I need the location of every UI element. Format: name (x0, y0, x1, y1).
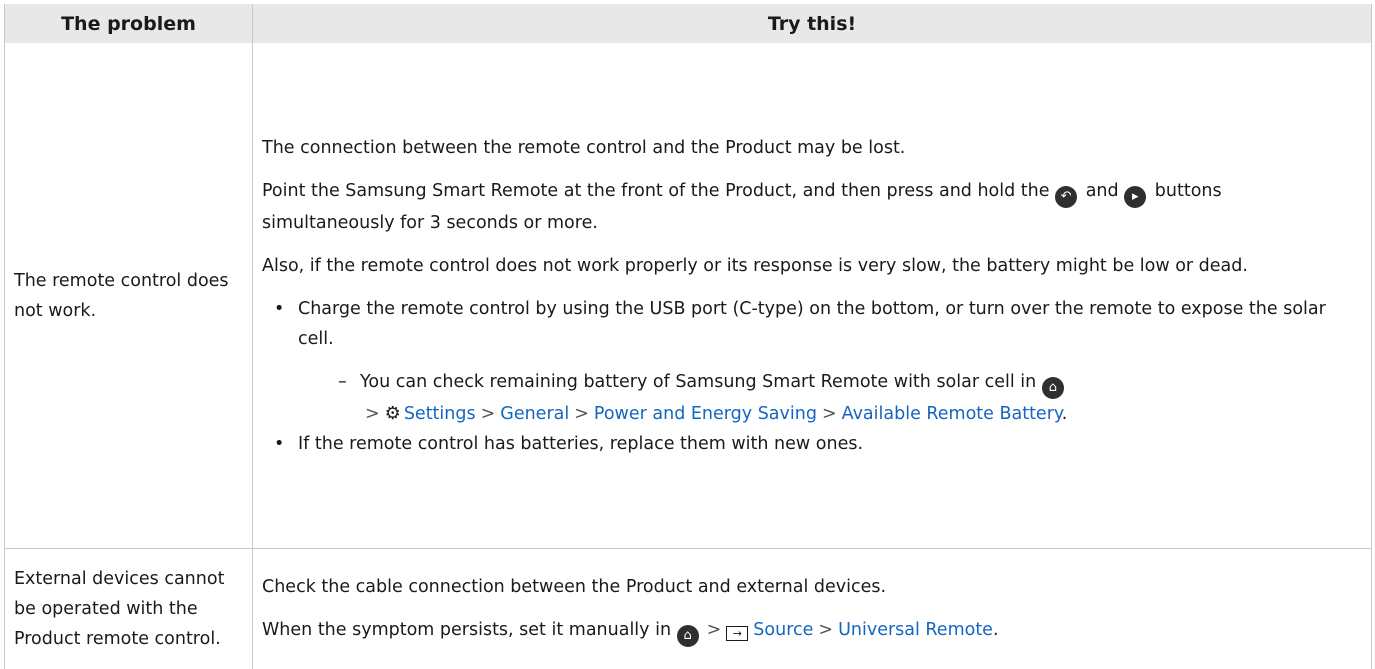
list-item: If the remote control has batteries, rep… (262, 429, 1347, 459)
home-icon: ⌂ (1041, 376, 1064, 399)
bullet-text: Charge the remote control by using the U… (298, 298, 1326, 349)
play-pause-button-icon: ▸ (1124, 185, 1147, 208)
chevron-right-icon: > (480, 403, 496, 424)
problem-cell: The remote control does not work. (4, 43, 253, 549)
menu-path-settings[interactable]: Settings (404, 404, 476, 424)
chevron-right-icon: > (821, 403, 837, 424)
solution-paragraph: Point the Samsung Smart Remote at the fr… (262, 176, 1347, 238)
home-icon: ⌂ (676, 624, 699, 647)
bullet-list: Charge the remote control by using the U… (262, 294, 1347, 459)
troubleshooting-table: The problem Try this! The remote control… (4, 4, 1372, 669)
sub-item-text: You can check remaining battery of Samsu… (360, 371, 1037, 392)
settings-gear-icon: ⚙ (384, 402, 401, 424)
menu-path-universal-remote[interactable]: Universal Remote (838, 620, 993, 640)
table-header-row: The problem Try this! (4, 4, 1372, 43)
sub-list-item: – You can check remaining battery of Sam… (338, 371, 1068, 424)
chevron-right-icon: > (574, 403, 589, 424)
chevron-right-icon: > (818, 619, 834, 640)
menu-path-available-remote-battery[interactable]: Available Remote Battery (842, 404, 1062, 424)
bullet-text: If the remote control has batteries, rep… (298, 433, 864, 454)
source-icon: → (726, 625, 749, 641)
solution-paragraph: Also, if the remote control does not wor… (262, 255, 1248, 276)
chevron-right-icon: > (706, 619, 722, 640)
back-button-icon: ↶ (1055, 185, 1078, 208)
solution-paragraph: When the symptom persists, set it manual… (262, 615, 1347, 647)
header-try-this: Try this! (252, 4, 1372, 43)
table-row: External devices cannot be operated with… (4, 548, 1372, 669)
solution-cell: Check the cable connection between the P… (252, 548, 1372, 669)
chevron-right-icon: > (365, 403, 380, 424)
solution-paragraph: The connection between the remote contro… (262, 137, 906, 158)
paragraph-text: and (1085, 180, 1119, 201)
problem-cell: External devices cannot be operated with… (4, 548, 253, 669)
menu-path-source[interactable]: Source (753, 620, 813, 640)
paragraph-text: When the symptom persists, set it manual… (262, 619, 672, 640)
solution-cell: The connection between the remote contro… (252, 43, 1372, 549)
menu-path-power-energy[interactable]: Power and Energy Saving (594, 404, 817, 424)
paragraph-text: Point the Samsung Smart Remote at the fr… (262, 180, 1050, 201)
menu-path-general[interactable]: General (500, 404, 569, 424)
header-problem: The problem (4, 4, 253, 43)
solution-paragraph: Check the cable connection between the P… (262, 576, 887, 597)
list-item: Charge the remote control by using the U… (262, 294, 1347, 429)
table-row: The remote control does not work. The co… (4, 43, 1372, 549)
